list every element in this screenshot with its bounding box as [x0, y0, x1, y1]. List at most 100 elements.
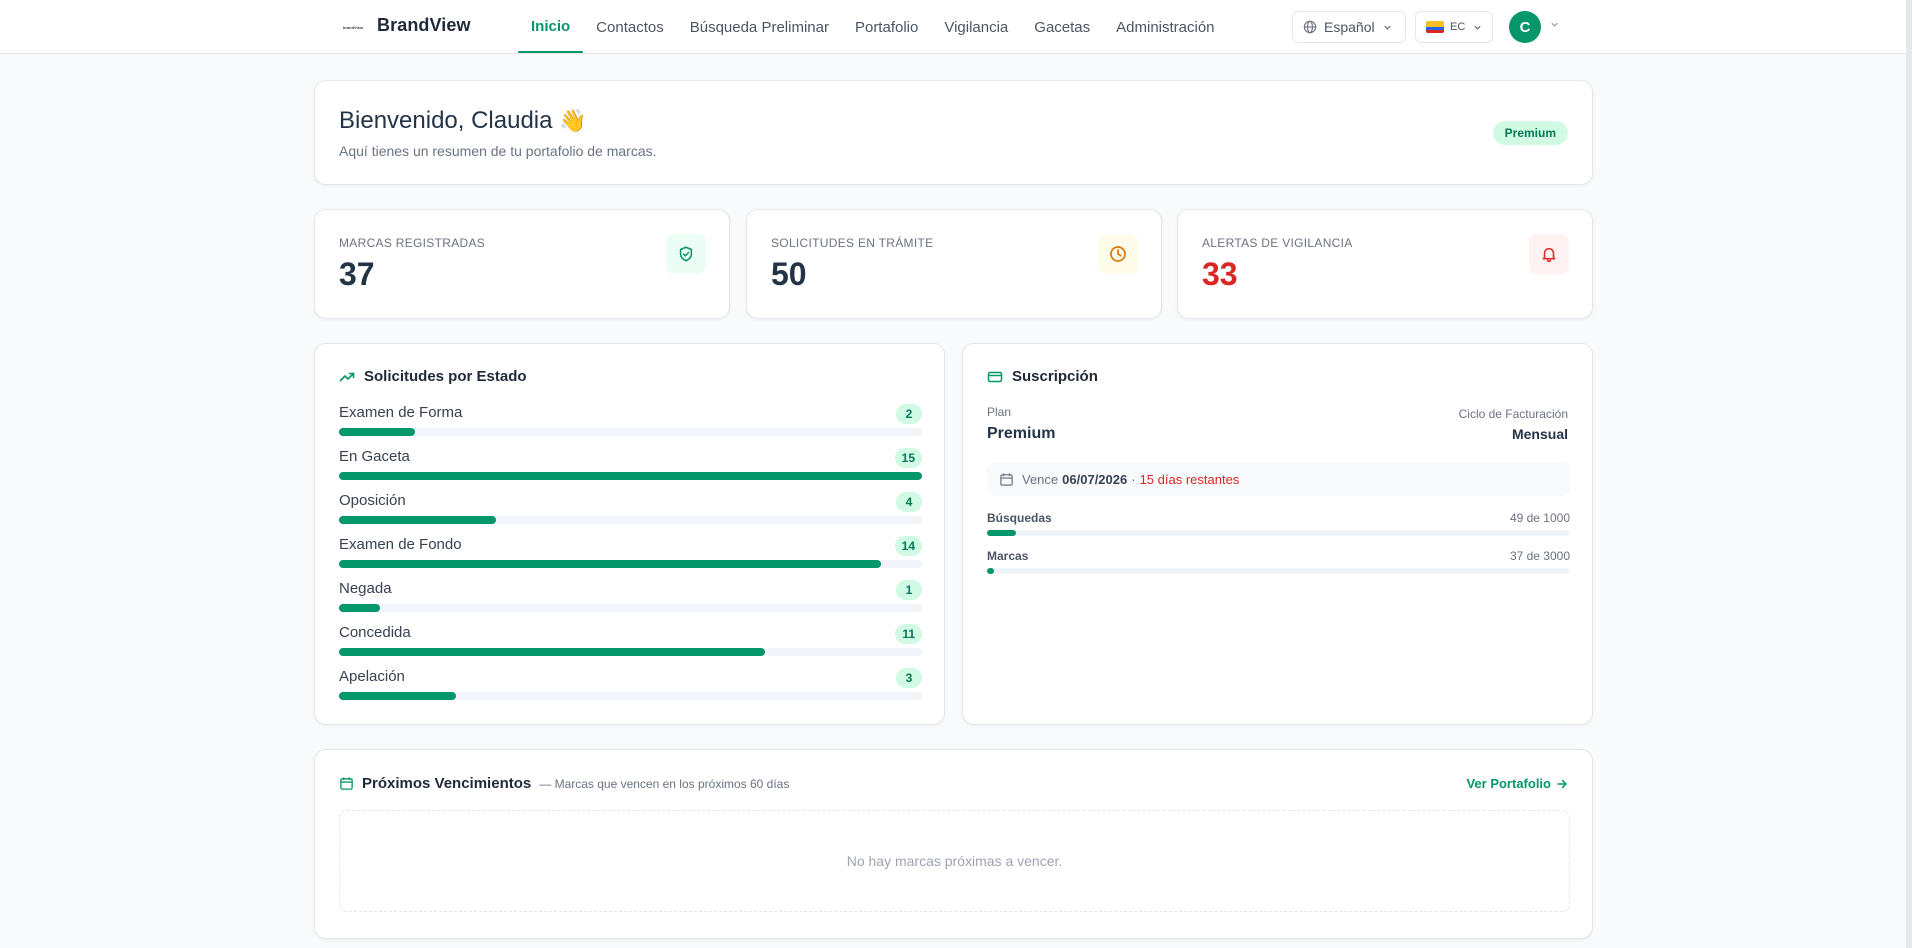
status-row: Examen de Fondo 14 [339, 536, 922, 580]
shield-check-icon [666, 234, 706, 274]
status-bar-track [339, 604, 922, 612]
calendar-icon [1000, 472, 1013, 486]
status-count-badge: 2 [896, 404, 922, 424]
status-bar-fill [339, 428, 415, 436]
nav-inicio[interactable]: Inicio [518, 0, 584, 53]
status-bar-fill [339, 604, 380, 612]
ecuador-flag-icon [1426, 21, 1444, 33]
expiry-info: Vence 06/07/2026 · 15 días restantes [987, 462, 1570, 496]
stat-label: MARCAS REGISTRADAS [339, 236, 486, 250]
status-row: Oposición 4 [339, 492, 922, 536]
wave-emoji: 👋 [559, 108, 587, 133]
status-count-badge: 11 [895, 624, 922, 644]
status-name: Negada [339, 580, 392, 597]
usage-fill [987, 530, 1016, 536]
status-count-badge: 3 [896, 668, 922, 688]
scrollbar-thumb[interactable] [1906, 0, 1912, 948]
usage-name: Búsquedas [987, 511, 1052, 525]
scrollbar[interactable] [1906, 0, 1912, 948]
logo-text: brandView [342, 24, 364, 30]
country-label: EC [1450, 21, 1466, 33]
plan-badge: Premium [1492, 121, 1568, 145]
calendar-icon [340, 777, 353, 790]
expiry-prefix: Vence [1022, 471, 1059, 487]
status-bar-track [339, 560, 922, 568]
nav-administracion[interactable]: Administración [1103, 0, 1227, 54]
status-title-text: Solicitudes por Estado [364, 368, 527, 385]
status-card-title: Solicitudes por Estado [339, 368, 527, 385]
billing-cycle-value: Mensual [1511, 426, 1568, 442]
language-selector[interactable]: Español [1292, 11, 1406, 43]
welcome-subtitle: Aquí tienes un resumen de tu portafolio … [339, 143, 657, 159]
stat-value: 50 [771, 256, 807, 292]
chevron-down-icon[interactable] [1550, 20, 1559, 29]
status-card: Solicitudes por Estado Examen de Forma 2 E… [314, 343, 945, 725]
nav-contactos[interactable]: Contactos [583, 0, 677, 54]
expiry-remaining: 15 días restantes [1139, 471, 1240, 487]
chevron-down-icon [1383, 25, 1391, 30]
welcome-heading: Bienvenido, Claudia 👋 [339, 107, 587, 135]
status-name: Concedida [339, 624, 411, 641]
credit-card-icon [987, 371, 1003, 382]
usage-value: 37 de 3000 [1509, 549, 1570, 563]
stat-card-alertas[interactable]: ALERTAS DE VIGILANCIA 33 [1177, 209, 1593, 319]
status-row: Examen de Forma 2 [339, 404, 922, 448]
stat-card-solicitudes[interactable]: SOLICITUDES EN TRÁMITE 50 [746, 209, 1162, 319]
status-row: En Gaceta 15 [339, 448, 922, 492]
view-portfolio-label: Ver Portafolio [1466, 776, 1551, 791]
status-name: Apelación [339, 668, 405, 685]
nav-vigilancia[interactable]: Vigilancia [931, 0, 1021, 54]
status-name: Oposición [339, 492, 406, 509]
nav-portafolio[interactable]: Portafolio [842, 0, 931, 54]
status-bar-track [339, 516, 922, 524]
user-avatar[interactable]: C [1509, 11, 1541, 43]
status-count-badge: 14 [894, 536, 922, 556]
status-row: Concedida 11 [339, 624, 922, 668]
status-count-badge: 1 [896, 580, 922, 600]
status-count-badge: 4 [896, 492, 922, 512]
stat-value: 33 [1202, 256, 1238, 292]
usage-track [987, 568, 1570, 574]
status-bar-track [339, 648, 922, 656]
nav-busqueda-preliminar[interactable]: Búsqueda Preliminar [677, 0, 842, 54]
trending-up-icon [339, 372, 355, 381]
clock-icon [1098, 234, 1138, 274]
stat-label: ALERTAS DE VIGILANCIA [1202, 236, 1353, 250]
subscription-title-text: Suscripción [1012, 368, 1098, 385]
billing-cycle-label: Ciclo de Facturación [1458, 407, 1568, 421]
upcoming-expirations-card: Próximos Vencimientos — Marcas que vence… [314, 749, 1593, 939]
status-bar-fill [339, 516, 497, 524]
brand-name[interactable]: BrandView [377, 15, 471, 36]
usage-track [987, 530, 1570, 536]
status-list: Examen de Forma 2 En Gaceta 15 Oposición 4 Exa… [339, 404, 922, 712]
usage-busquedas: Búsquedas 49 de 1000 [987, 511, 1570, 541]
usage-fill [987, 568, 994, 574]
status-count-badge: 15 [894, 448, 922, 468]
status-bar-fill [339, 560, 882, 568]
status-bar-fill [339, 472, 922, 480]
plan-value: Premium [987, 425, 1056, 442]
globe-icon [1303, 20, 1317, 34]
subscription-card-title: Suscripción [987, 368, 1098, 385]
status-bar-track [339, 472, 922, 480]
brand-logo[interactable]: brandView [340, 19, 366, 35]
status-name: En Gaceta [339, 448, 410, 465]
country-selector[interactable]: EC [1415, 11, 1493, 43]
view-portfolio-link[interactable]: Ver Portafolio [1466, 776, 1568, 791]
empty-state: No hay marcas próximas a vencer. [339, 810, 1570, 912]
status-bar-track [339, 692, 922, 700]
status-bar-track [339, 428, 922, 436]
upcoming-subtitle: — Marcas que vencen en los próximos 60 d… [539, 776, 790, 791]
status-name: Examen de Forma [339, 404, 463, 421]
status-row: Apelación 3 [339, 668, 922, 712]
nav-gacetas[interactable]: Gacetas [1021, 0, 1103, 54]
upcoming-title: Próximos Vencimientos — Marcas que vence… [339, 775, 789, 792]
status-bar-fill [339, 692, 456, 700]
bell-icon [1529, 234, 1569, 274]
main-nav: Inicio Contactos Búsqueda Preliminar Por… [518, 0, 1228, 54]
subscription-card: Suscripción Plan Premium Ciclo de Factur… [962, 343, 1593, 725]
top-navbar: brandView BrandView Inicio Contactos Bús… [0, 0, 1906, 54]
usage-marcas: Marcas 37 de 3000 [987, 549, 1570, 579]
stat-card-marcas[interactable]: MARCAS REGISTRADAS 37 [314, 209, 730, 319]
stat-label: SOLICITUDES EN TRÁMITE [771, 236, 934, 250]
